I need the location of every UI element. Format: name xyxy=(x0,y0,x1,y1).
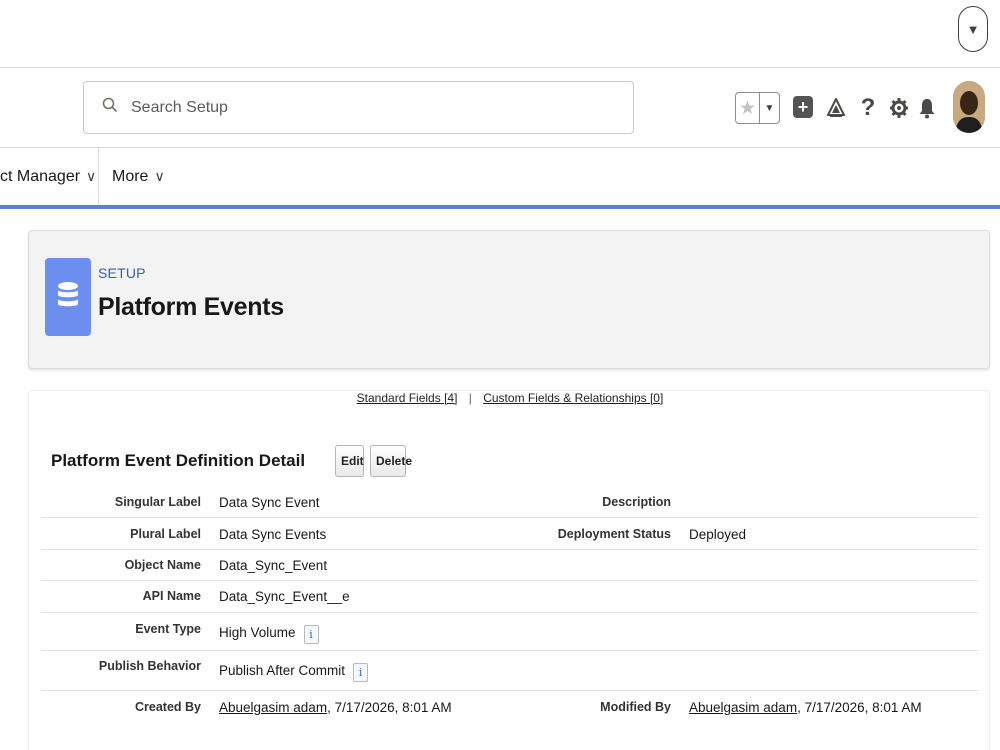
created-date: , 7/17/2026, 8:01 AM xyxy=(327,700,452,715)
field-value: Data Sync Event xyxy=(219,495,320,510)
field-value: Abuelgasim adam, 7/17/2026, 8:01 AM xyxy=(219,700,452,715)
chevron-down-icon[interactable]: ▼ xyxy=(760,93,779,123)
publish-behavior-value: Publish After Commit xyxy=(219,663,346,678)
detail-table: Singular Label Data Sync Event Descripti… xyxy=(41,487,979,725)
nav-bar: ct Manager ∨ More ∨ xyxy=(0,148,1000,209)
avatar[interactable] xyxy=(953,81,985,133)
trailhead-icon[interactable] xyxy=(825,92,847,124)
nav-item-label: More xyxy=(112,167,149,185)
field-label: Object Name xyxy=(124,558,201,572)
detail-row: Publish Behavior Publish After Commit i xyxy=(41,651,979,691)
field-label: Publish Behavior xyxy=(98,659,201,673)
field-value: Data_Sync_Event__e xyxy=(219,589,350,604)
search-box[interactable] xyxy=(83,81,634,134)
top-strip: ▼ xyxy=(0,0,1000,68)
database-icon xyxy=(45,258,91,336)
detail-row: Created By Abuelgasim adam, 7/17/2026, 8… xyxy=(41,691,979,725)
custom-fields-link[interactable]: Custom Fields & Relationships [0] xyxy=(483,391,663,405)
search-input[interactable] xyxy=(131,98,551,117)
global-header: ★ ▼ + ? xyxy=(0,68,1000,148)
add-icon[interactable]: + xyxy=(793,96,813,118)
field-value: Data Sync Events xyxy=(219,527,327,542)
related-list-links: Standard Fields [4] | Custom Fields & Re… xyxy=(29,391,991,411)
nav-item-label: ct Manager xyxy=(0,167,81,185)
field-label: API Name xyxy=(142,589,201,603)
gear-icon[interactable] xyxy=(888,92,910,124)
standard-fields-link[interactable]: Standard Fields [4] xyxy=(357,391,458,405)
user-menu-button[interactable]: ▼ xyxy=(958,6,988,52)
field-label: Event Type xyxy=(135,622,201,636)
search-icon xyxy=(102,97,118,118)
modified-by-user-link[interactable]: Abuelgasim adam xyxy=(689,700,797,715)
detail-row: Event Type High Volume i xyxy=(41,613,979,651)
field-value: Abuelgasim adam, 7/17/2026, 8:01 AM xyxy=(689,700,922,715)
field-value: High Volume i xyxy=(219,625,319,644)
info-icon[interactable]: i xyxy=(303,625,319,644)
detail-card: Standard Fields [4] | Custom Fields & Re… xyxy=(28,390,990,750)
field-label: Created By xyxy=(135,700,201,714)
modified-date: , 7/17/2026, 8:01 AM xyxy=(797,700,922,715)
detail-row: Object Name Data_Sync_Event xyxy=(41,550,979,581)
field-label: Description xyxy=(602,495,671,509)
info-icon[interactable]: i xyxy=(353,663,369,682)
favorites-group: ★ ▼ xyxy=(735,92,780,124)
field-value: Deployed xyxy=(689,527,747,542)
section-title: Platform Event Definition Detail xyxy=(51,451,306,470)
field-value: Data_Sync_Event xyxy=(219,558,328,573)
link-separator: | xyxy=(468,391,472,405)
page-title: Platform Events xyxy=(98,293,284,321)
field-label: Singular Label xyxy=(114,495,201,509)
field-label: Modified By xyxy=(600,700,671,714)
nav-item-more[interactable]: More ∨ xyxy=(112,148,165,205)
chevron-down-icon[interactable]: ∨ xyxy=(86,168,96,185)
chevron-down-icon: ∨ xyxy=(154,168,165,184)
detail-row: Plural Label Data Sync Events Deployment… xyxy=(41,518,979,550)
bell-icon[interactable] xyxy=(917,92,937,124)
detail-row: API Name Data_Sync_Event__e xyxy=(41,581,979,613)
edit-button[interactable]: Edit xyxy=(335,445,364,477)
field-value: Publish After Commit i xyxy=(219,663,369,682)
event-type-value: High Volume xyxy=(219,625,296,640)
created-by-user-link[interactable]: Abuelgasim adam xyxy=(219,700,327,715)
detail-row: Singular Label Data Sync Event Descripti… xyxy=(41,487,979,518)
field-label: Deployment Status xyxy=(557,527,671,541)
breadcrumb[interactable]: SETUP xyxy=(98,265,146,281)
favorites-star-icon[interactable]: ★ xyxy=(736,93,760,123)
nav-item-object-manager[interactable]: ct Manager ∨ xyxy=(0,148,99,205)
chevron-down-icon: ▼ xyxy=(966,21,980,37)
field-label: Plural Label xyxy=(130,527,201,541)
delete-button[interactable]: Delete xyxy=(370,445,412,477)
page-header: SETUP Platform Events xyxy=(28,230,990,369)
help-icon[interactable]: ? xyxy=(858,92,878,124)
